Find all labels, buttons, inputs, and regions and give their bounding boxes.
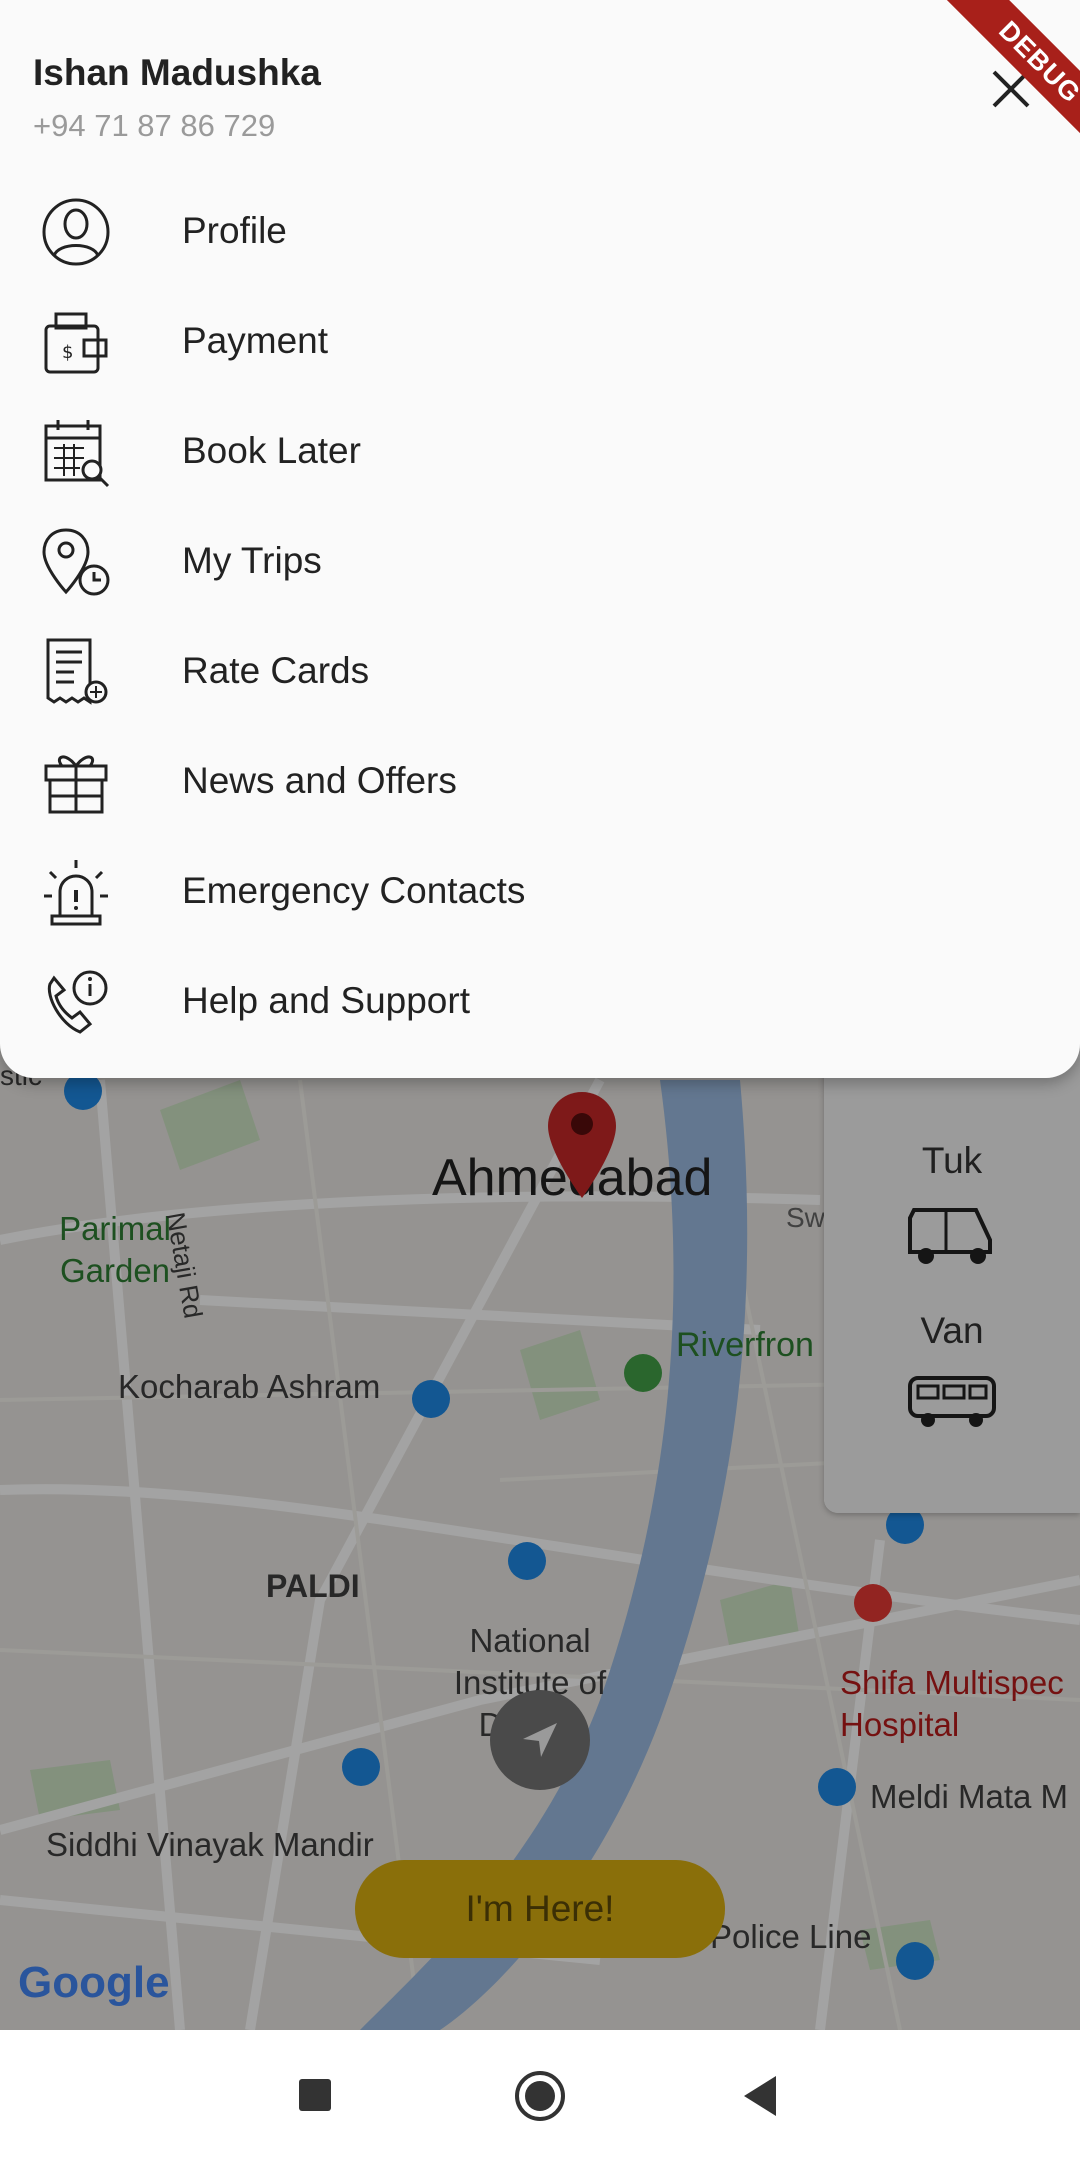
user-phone: +94 71 87 86 729 [33, 108, 276, 143]
menu-label-my-trips: My Trips [182, 540, 322, 581]
menu-item-rate-cards[interactable]: Rate Cards [0, 616, 1080, 726]
gift-icon [44, 755, 108, 814]
menu-label-payment: Payment [182, 320, 329, 361]
my-location-button[interactable] [490, 1690, 590, 1790]
user-name: Ishan Madushka [33, 52, 321, 93]
menu-label-help-support: Help and Support [182, 980, 470, 1021]
vehicle-selector-panel: Tuk Van [824, 1040, 1080, 1513]
menu-label-news-offers: News and Offers [182, 760, 457, 801]
menu-item-my-trips[interactable]: My Trips [0, 506, 1080, 616]
svg-text:$: $ [62, 342, 73, 363]
home-button-icon[interactable] [514, 2070, 566, 2122]
menu-item-emergency-contacts[interactable]: Emergency Contacts [0, 836, 1080, 946]
recents-button-icon[interactable] [298, 2078, 332, 2112]
wallet-icon: $ [44, 312, 108, 374]
menu-label-book-later: Book Later [182, 430, 361, 471]
menu-item-news-offers[interactable]: News and Offers [0, 726, 1080, 836]
debug-banner-label: DEBUG [932, 0, 1080, 160]
im-here-button[interactable]: I'm Here! [355, 1860, 725, 1958]
receipt-icon [46, 638, 108, 705]
menu-item-book-later[interactable]: Book Later [0, 396, 1080, 506]
navigation-arrow-icon [523, 1723, 557, 1757]
phone-info-icon [47, 970, 108, 1034]
vehicle-panel-scrim [824, 1040, 1080, 1513]
calendar-search-icon [44, 420, 110, 488]
navigation-drawer: Ishan Madushka +94 71 87 86 729 Profile … [0, 0, 1080, 1078]
menu-label-emergency-contacts: Emergency Contacts [182, 870, 526, 911]
location-clock-icon [42, 528, 110, 596]
siren-icon [44, 860, 108, 926]
back-button-icon[interactable] [742, 2074, 778, 2118]
menu-label-rate-cards: Rate Cards [182, 650, 370, 691]
menu-item-payment[interactable]: $ Payment [0, 286, 1080, 396]
system-navigation-bar [0, 2030, 1080, 2160]
menu-item-help-support[interactable]: Help and Support [0, 946, 1080, 1056]
debug-banner: DEBUG [920, 0, 1080, 160]
user-profile-icon [42, 198, 110, 266]
menu-label-profile: Profile [182, 210, 287, 251]
menu-item-profile[interactable]: Profile [0, 176, 1080, 286]
